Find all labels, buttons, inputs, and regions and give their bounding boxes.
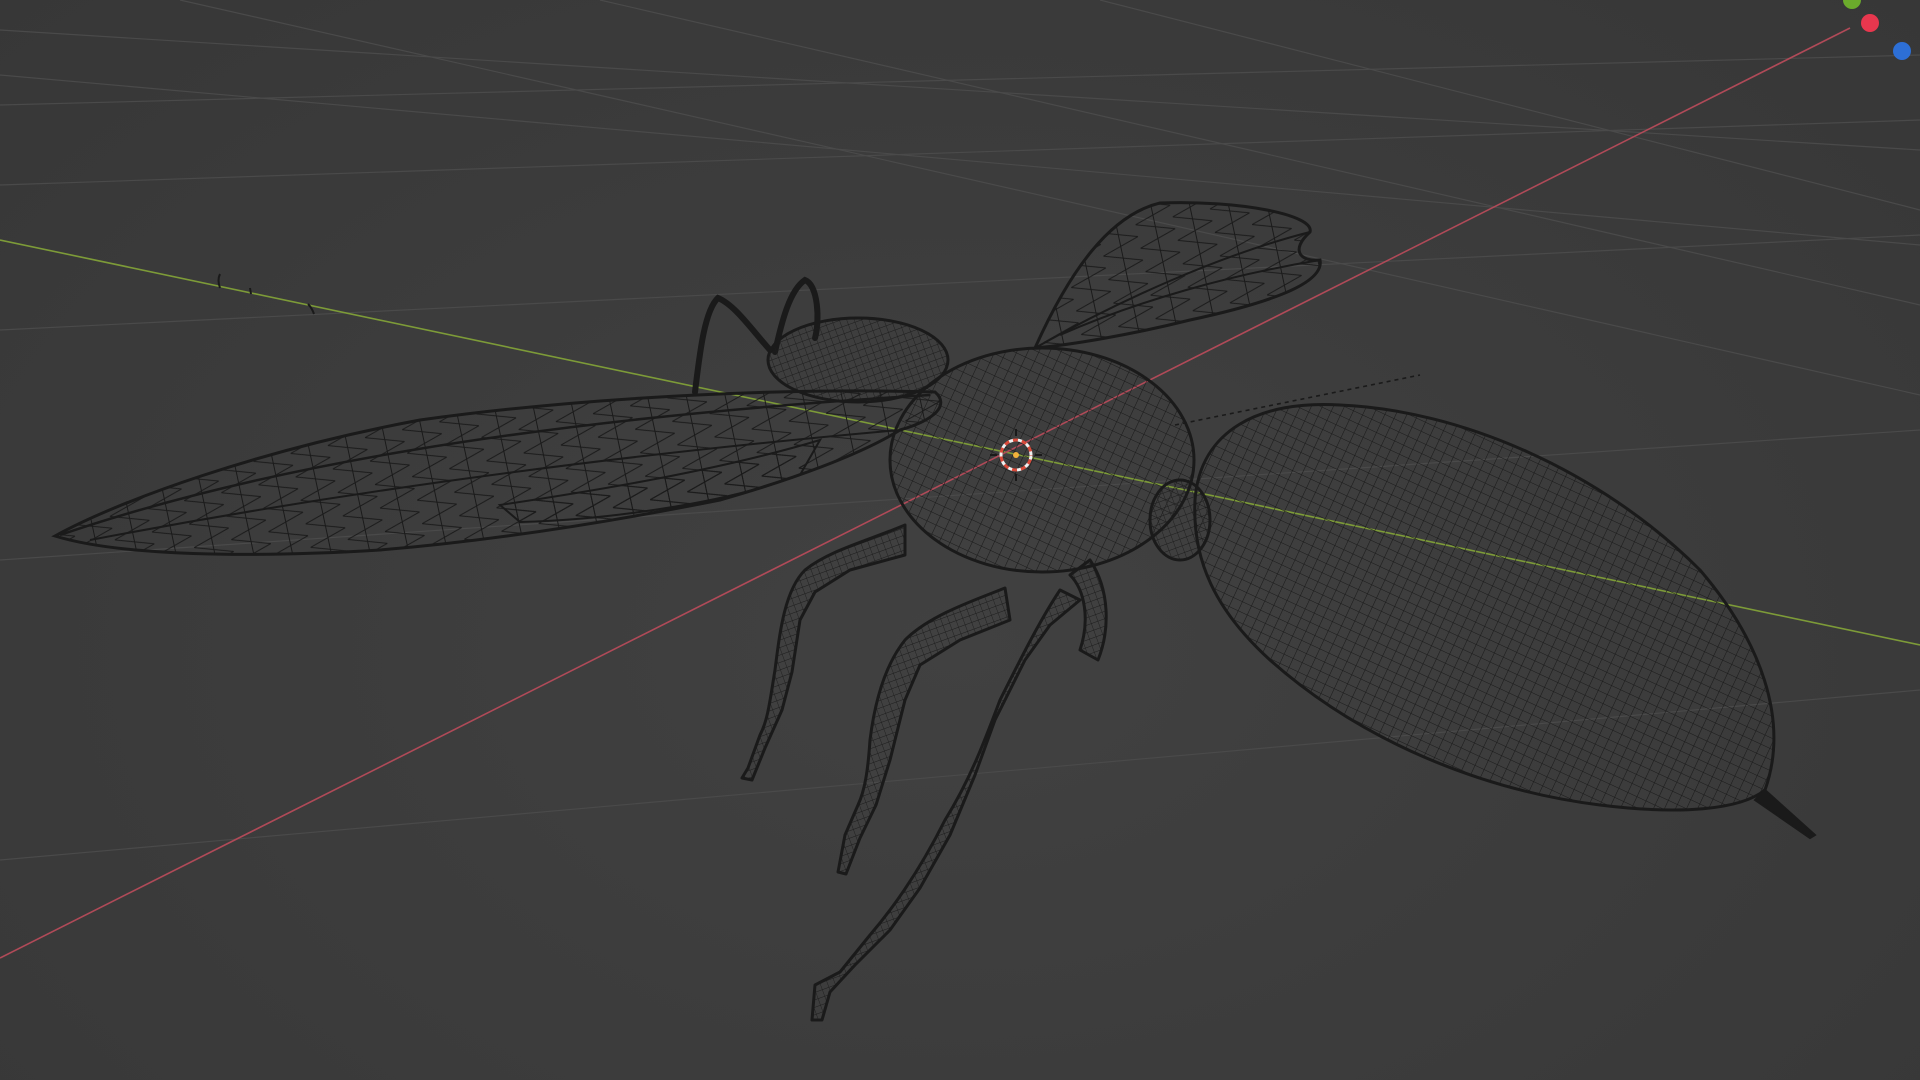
upper-wing[interactable] (1032, 201, 1322, 350)
wasp-model[interactable] (51, 201, 1817, 1022)
wasp-abdomen[interactable] (1193, 402, 1776, 812)
navigation-gizmo-icon[interactable] (1843, 0, 1911, 60)
wasp-thorax[interactable] (888, 346, 1196, 574)
gizmo-y-icon[interactable] (1843, 0, 1861, 9)
stray-vertices (217, 273, 315, 315)
lower-wing[interactable] (51, 389, 943, 556)
wasp-stinger (1753, 788, 1817, 840)
gizmo-z-icon[interactable] (1893, 42, 1911, 60)
gizmo-x-icon[interactable] (1861, 14, 1879, 32)
wasp-legs[interactable] (740, 523, 1108, 1022)
3d-viewport[interactable] (0, 0, 1920, 1080)
viewport-canvas[interactable] (0, 0, 1920, 1080)
